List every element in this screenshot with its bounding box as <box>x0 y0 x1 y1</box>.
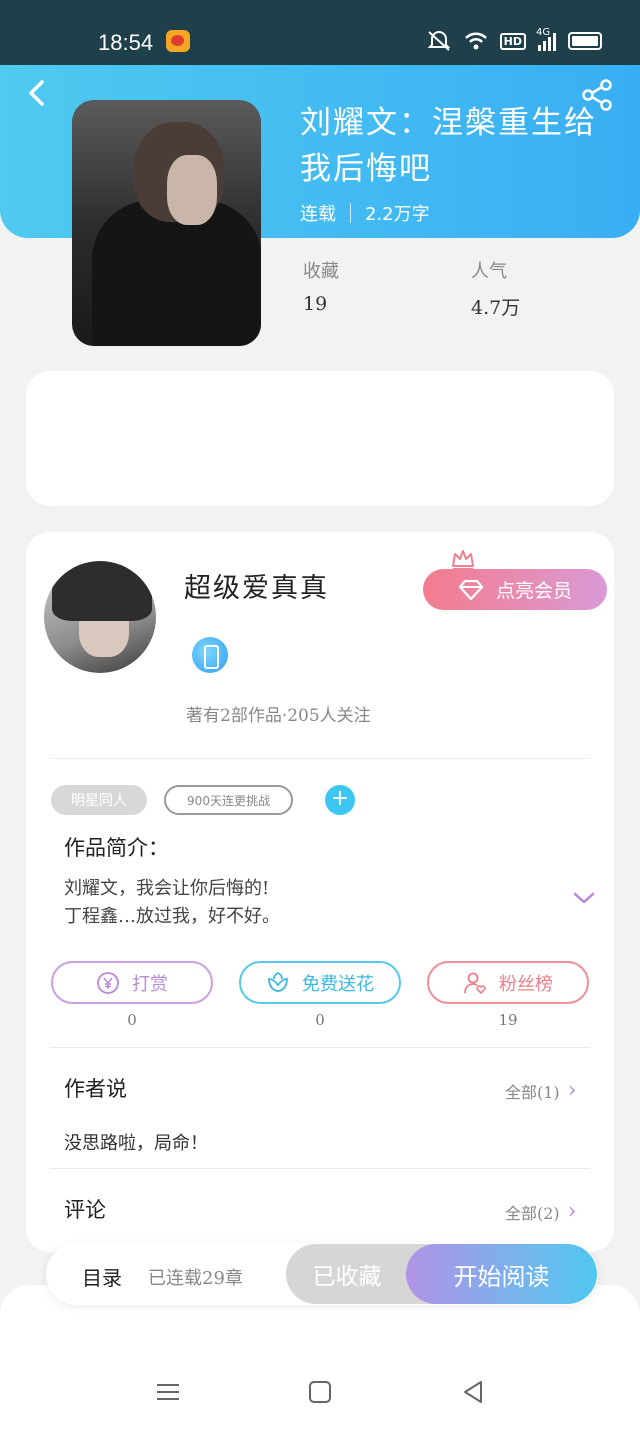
chevron-right-icon: › <box>567 1199 577 1224</box>
divider <box>50 1168 590 1169</box>
user-heart-icon <box>464 972 486 994</box>
collected-label: 已收藏 <box>312 1264 382 1290</box>
comments-more[interactable]: 全部(2) › <box>505 1199 576 1224</box>
book-cover[interactable] <box>72 100 261 346</box>
reward-count: 0 <box>127 1011 137 1029</box>
back-triangle-icon[interactable] <box>459 1378 487 1406</box>
intro-line: 丁程鑫…放过我，好不好。 <box>64 906 280 927</box>
fans-rank-button[interactable]: 粉丝榜 <box>427 961 589 1004</box>
divider <box>50 1047 590 1048</box>
yen-coin-icon <box>97 971 119 994</box>
vip-button[interactable]: 点亮会员 <box>423 569 607 610</box>
back-button[interactable] <box>22 78 52 108</box>
mute-bell-icon <box>427 31 451 51</box>
stat-popularity: 人气 4.7万 <box>471 257 520 320</box>
reward-button[interactable]: 打赏 <box>51 961 213 1004</box>
comments-more-label: 全部(2) <box>505 1203 560 1223</box>
start-reading-button[interactable]: 开始阅读 <box>406 1244 597 1304</box>
stat-label: 收藏 <box>303 261 339 282</box>
chevron-right-icon: › <box>567 1078 577 1103</box>
banner-card <box>26 371 614 506</box>
network-label: 4G <box>536 27 551 38</box>
intro-line: 刘耀文，我会让你后悔的! <box>64 878 270 899</box>
chevron-down-icon[interactable] <box>572 888 596 908</box>
author-says-more-label: 全部(1) <box>505 1082 560 1102</box>
diamond-icon <box>458 579 484 600</box>
author-name[interactable]: 超级爱真真 <box>184 566 329 605</box>
author-says-more[interactable]: 全部(1) › <box>505 1078 576 1103</box>
crown-icon <box>452 550 474 570</box>
status-bar: 18:54 HD 4G <box>0 0 640 65</box>
avatar[interactable] <box>44 561 156 673</box>
book-title: 刘耀文：涅槃重生给我后悔吧 <box>300 105 597 187</box>
stat-value: 19 <box>303 293 328 315</box>
weibo-icon <box>166 30 190 52</box>
vip-button-label: 点亮会员 <box>495 580 572 602</box>
home-square-icon[interactable] <box>306 1378 334 1406</box>
phone-badge-icon <box>192 637 228 673</box>
add-tag-button[interactable]: + <box>325 785 355 815</box>
author-says-title: 作者说 <box>64 1077 127 1101</box>
status-icons: HD 4G <box>426 27 602 52</box>
flower-icon <box>268 971 288 992</box>
send-flower-button[interactable]: 免费送花 <box>239 961 401 1004</box>
stat-favorites: 收藏 19 <box>303 257 339 315</box>
book-status: 连载 <box>300 204 336 225</box>
chevron-left-icon <box>29 80 44 106</box>
system-nav-bar <box>0 1360 640 1420</box>
signal-icon: 4G <box>536 27 556 51</box>
book-meta: 连载 2.2万字 <box>300 200 430 226</box>
comments-title: 评论 <box>64 1198 106 1222</box>
tag-genre[interactable]: 明星同人 <box>51 785 147 815</box>
fans-rank-label: 粉丝榜 <box>499 973 553 995</box>
flower-count: 0 <box>315 1011 325 1029</box>
status-time: 18:54 <box>98 30 154 55</box>
stat-label: 人气 <box>471 261 507 282</box>
tag-challenge[interactable]: 900天连更挑战 <box>164 785 293 815</box>
wifi-icon <box>464 32 487 50</box>
intro-title: 作品简介： <box>64 836 169 860</box>
author-stats: 著有2部作品·205人关注 <box>186 706 371 726</box>
menu-icon[interactable] <box>154 1378 182 1406</box>
fans-count: 19 <box>498 1011 518 1029</box>
battery-icon <box>568 32 602 50</box>
stat-value: 4.7万 <box>471 297 521 319</box>
reward-label: 打赏 <box>132 973 168 995</box>
start-reading-label: 开始阅读 <box>453 1262 550 1291</box>
author-says-text: 没思路啦，局命！ <box>64 1133 208 1154</box>
divider <box>50 758 590 759</box>
chapter-count: 已连载29章 <box>148 1268 243 1289</box>
send-flower-label: 免费送花 <box>302 973 374 995</box>
hd-badge: HD <box>499 32 526 50</box>
book-word-count: 2.2万字 <box>365 204 430 225</box>
toc-button[interactable]: 目录 <box>82 1262 122 1291</box>
